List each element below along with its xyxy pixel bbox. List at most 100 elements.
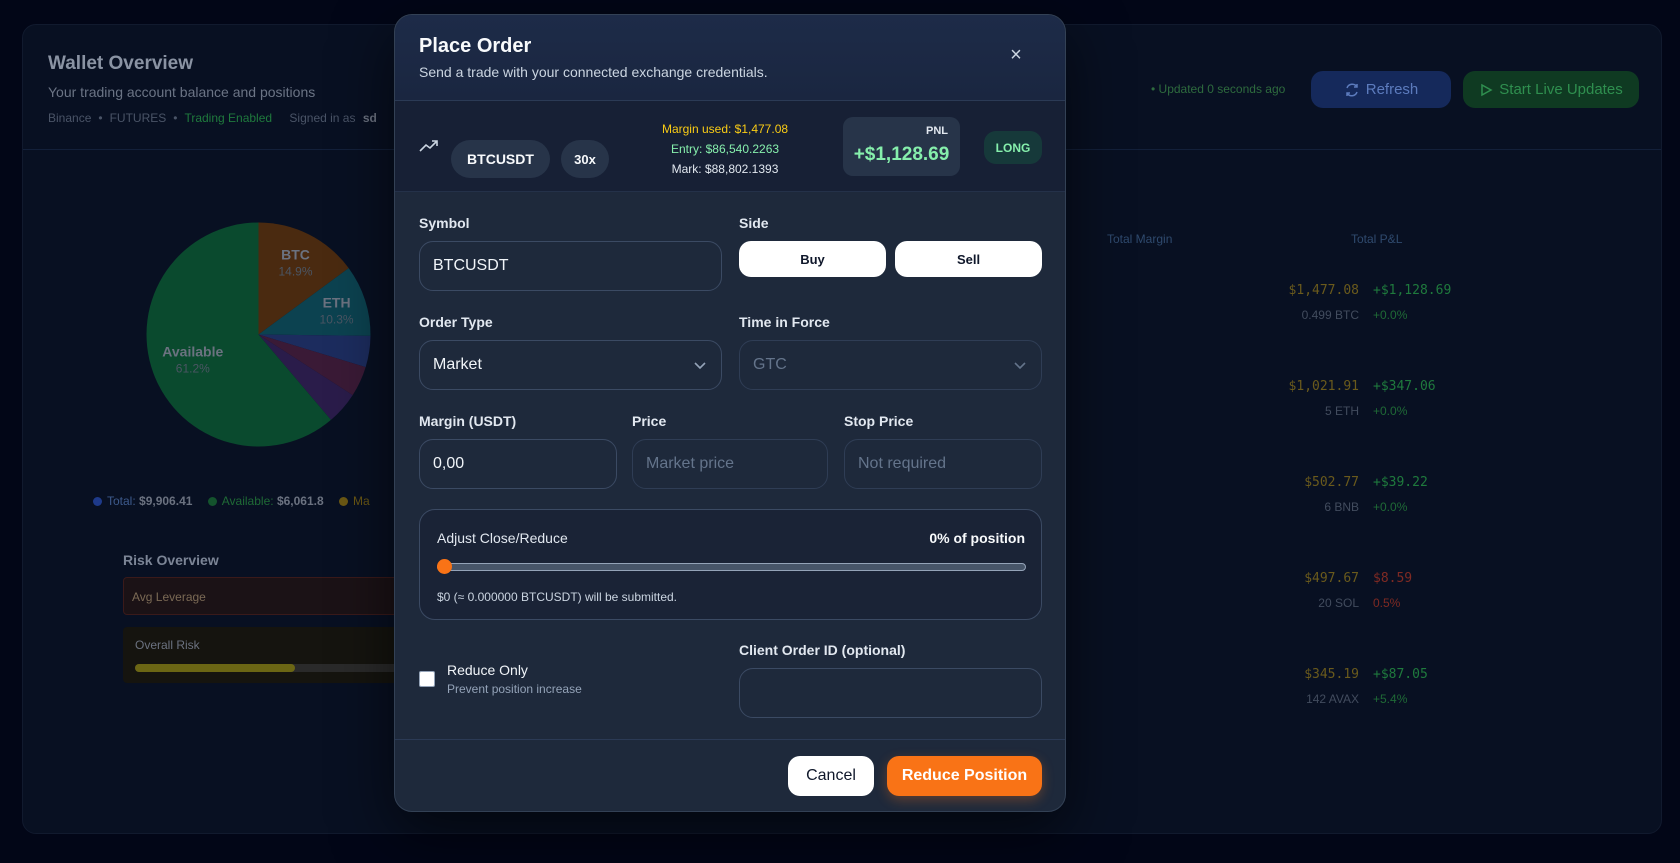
adjust-title: Adjust Close/Reduce	[437, 530, 568, 546]
overall-risk-bar	[135, 664, 415, 672]
mark-price: Mark: $88,802.1393	[671, 162, 779, 176]
place-order-modal: Place Order Send a trade with your conne…	[394, 14, 1066, 812]
exchange-name: Binance	[48, 111, 92, 125]
price-input[interactable]: Market price	[632, 439, 828, 489]
close-icon[interactable]: ×	[1005, 44, 1027, 66]
pie-slice-percent: 14.9%	[278, 264, 312, 278]
signed-in-user: sd	[362, 111, 377, 125]
chevron-down-icon	[1014, 362, 1026, 370]
position-details: Margin used: $1,477.08 Entry: $86,540.22…	[625, 119, 825, 179]
symbol-label: Symbol	[419, 215, 470, 231]
legend-total-value: $9,906.41	[139, 494, 193, 508]
entry-price: Entry: $86,540.2263	[670, 142, 780, 156]
row-pnl-percent: +0.0%	[1373, 404, 1408, 418]
row-quantity: 20 SOL	[1318, 596, 1359, 610]
row-total-margin: $1,021.91	[1288, 379, 1359, 394]
order-type-label: Order Type	[419, 314, 493, 330]
chevron-down-icon	[694, 362, 706, 370]
page-subtitle: Your trading account balance and positio…	[48, 84, 316, 100]
order-type-select[interactable]: Market	[419, 340, 722, 390]
margin-used: Margin used: $1,477.08	[661, 122, 789, 136]
reduce-only-checkbox[interactable]	[419, 671, 435, 687]
legend-dot-margin	[339, 497, 348, 506]
position-symbol-pill: BTCUSDT	[451, 140, 550, 178]
modal-footer: Cancel Reduce Position	[395, 739, 1065, 811]
row-pnl-percent: +0.0%	[1373, 308, 1408, 322]
trending-up-icon	[419, 140, 438, 152]
cancel-button[interactable]: Cancel	[788, 756, 874, 796]
pie-slice-percent: 10.3%	[320, 312, 354, 326]
row-total-pnl: +$87.05	[1373, 667, 1428, 682]
side-label: Side	[739, 215, 769, 231]
client-order-id-input[interactable]	[739, 668, 1042, 718]
row-total-pnl: +$1,128.69	[1373, 283, 1452, 298]
legend-available-value: $6,061.8	[276, 494, 324, 508]
legend-dot-available	[207, 497, 217, 506]
col-header-total-margin: Total Margin	[1107, 232, 1173, 246]
modal-header: Place Order Send a trade with your conne…	[395, 15, 1065, 101]
overall-risk-fill	[135, 664, 295, 672]
adjust-close-panel: Adjust Close/Reduce 0% of position $0 (≈…	[419, 509, 1042, 620]
sell-button[interactable]: Sell	[895, 241, 1042, 277]
refresh-button[interactable]: Refresh	[1311, 71, 1451, 108]
row-total-margin: $1,477.08	[1288, 283, 1359, 298]
row-pnl-percent: +0.0%	[1373, 500, 1408, 514]
time-in-force-label: Time in Force	[739, 314, 830, 330]
avg-leverage-row: Avg Leverage	[123, 577, 423, 615]
row-quantity: 0.499 BTC	[1301, 308, 1359, 322]
row-pnl-percent: +5.4%	[1373, 692, 1408, 706]
pie-slice-percent: 61.2%	[176, 362, 210, 376]
account-meta: Binance • FUTURES • Trading Enabled Signed i…	[48, 111, 377, 125]
pie-slice-label: Available	[162, 344, 223, 360]
time-in-force-select[interactable]: GTC	[739, 340, 1042, 390]
legend-margin-label: Ma	[353, 494, 370, 508]
price-label: Price	[632, 413, 667, 429]
reduce-only-description: Prevent position increase	[447, 682, 582, 696]
client-order-id-label: Client Order ID (optional)	[739, 642, 906, 658]
legend-available-label: Available:	[221, 494, 274, 508]
position-summary: BTCUSDT 30x Margin used: $1,477.08 Entry…	[395, 101, 1065, 192]
row-quantity: 5 ETH	[1324, 404, 1359, 418]
market-type: FUTURES	[109, 111, 167, 125]
reduce-position-button[interactable]: Reduce Position	[887, 756, 1042, 796]
overall-risk-row: Overall Risk	[123, 627, 423, 683]
adjust-note: $0 (≈ 0.000000 BTCUSDT) will be submitte…	[437, 590, 678, 604]
col-header-total-pnl: Total P&L	[1351, 232, 1403, 246]
row-total-pnl: +$39.22	[1373, 475, 1428, 490]
margin-label: Margin (USDT)	[419, 413, 517, 429]
row-total-margin: $497.67	[1304, 571, 1359, 586]
row-total-pnl: +$347.06	[1373, 379, 1436, 394]
play-icon	[1481, 83, 1493, 96]
trading-status: Trading Enabled	[184, 111, 273, 125]
reduce-slider-thumb[interactable]	[437, 559, 452, 574]
leverage-pill: 30x	[561, 140, 609, 178]
start-live-updates-button[interactable]: Start Live Updates	[1463, 71, 1639, 108]
refresh-icon	[1345, 82, 1358, 97]
stop-price-input[interactable]: Not required	[844, 439, 1042, 489]
live-updates-label: Start Live Updates	[1499, 81, 1623, 98]
pnl-label: PNL	[926, 125, 948, 137]
buy-button[interactable]: Buy	[739, 241, 886, 277]
symbol-input[interactable]: BTCUSDT	[419, 241, 722, 291]
reduce-only-label: Reduce Only	[447, 662, 528, 678]
modal-description: Send a trade with your connected exchang…	[419, 64, 768, 80]
allocation-pie-chart: BTC 14.9% ETH 10.3% Available 61.2%	[146, 222, 371, 447]
pnl-box: PNL +$1,128.69	[843, 117, 960, 176]
pie-slice-label: ETH	[323, 294, 351, 310]
refresh-label: Refresh	[1365, 81, 1419, 98]
row-quantity: 6 BNB	[1324, 500, 1359, 514]
order-type-value: Market	[433, 356, 482, 373]
row-total-margin: $345.19	[1304, 667, 1359, 682]
last-updated: • Updated 0 seconds ago	[1151, 82, 1286, 96]
reduce-slider-track[interactable]	[437, 563, 1026, 571]
pnl-value: +$1,128.69	[853, 144, 950, 165]
row-pnl-percent: 0.5%	[1373, 596, 1401, 610]
page-title: Wallet Overview	[48, 53, 194, 74]
risk-overview-panel: Risk Overview Avg Leverage Overall Risk	[107, 540, 427, 700]
margin-input[interactable]: 0,00	[419, 439, 617, 489]
legend-total-label: Total:	[107, 494, 136, 508]
adjust-percent: 0% of position	[929, 530, 1025, 546]
signed-in-label: Signed in as	[289, 111, 356, 125]
legend-dot-total	[93, 497, 102, 506]
stop-price-label: Stop Price	[844, 413, 914, 429]
